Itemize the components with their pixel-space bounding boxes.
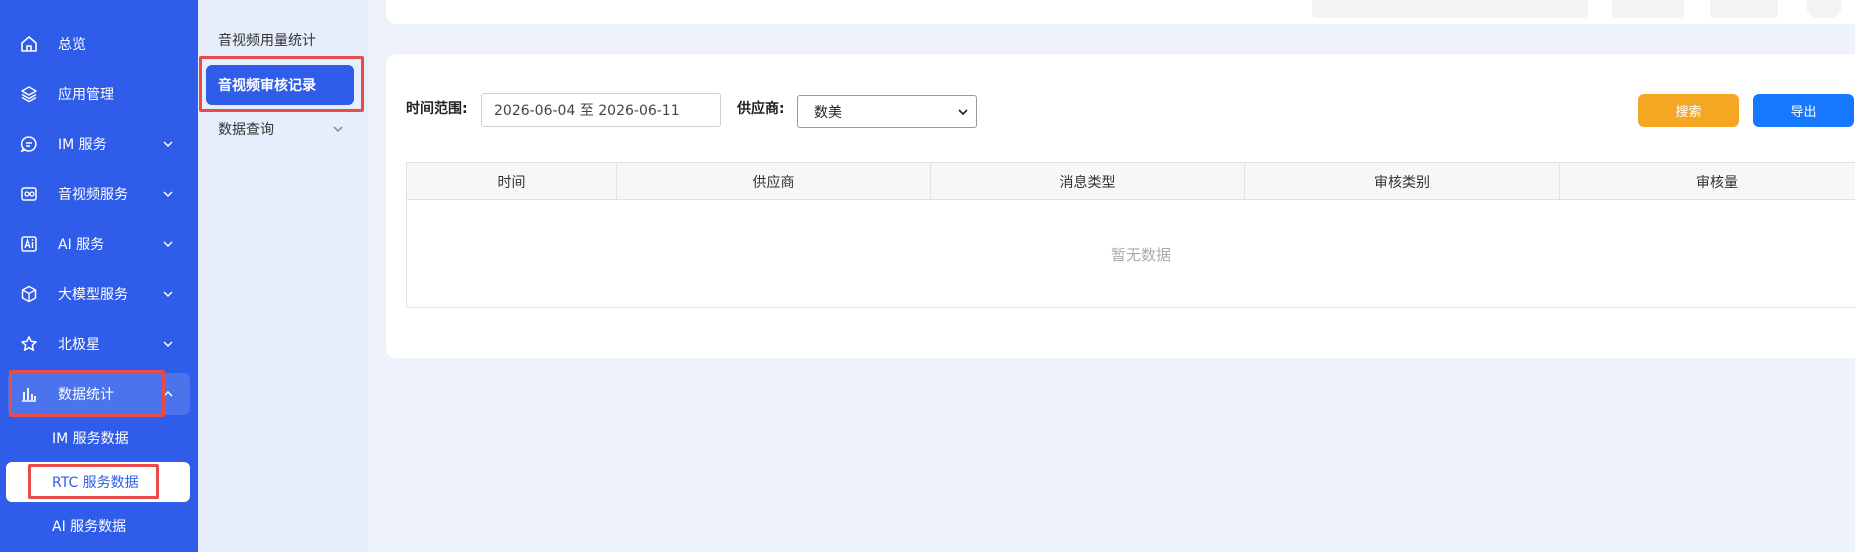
nav-item-app-management[interactable]: 应用管理 bbox=[8, 73, 190, 115]
secondary-nav-usage-stats[interactable]: 音视频用量统计 bbox=[206, 20, 354, 60]
nav-item-label: 大模型服务 bbox=[58, 287, 128, 303]
column-header-vendor: 供应商 bbox=[617, 163, 931, 200]
chevron-down-icon bbox=[163, 141, 173, 148]
nav-item-label: IM 服务 bbox=[58, 137, 107, 153]
nav-item-label: 应用管理 bbox=[58, 87, 114, 103]
vendor-select-value: 数美 bbox=[814, 104, 842, 121]
nav-item-polaris[interactable]: 北极星 bbox=[8, 323, 190, 365]
nav-item-av-service[interactable]: 音视频服务 bbox=[8, 173, 190, 215]
chevron-down-icon bbox=[163, 291, 173, 298]
secondary-nav: 音视频用量统计 音视频审核记录 数据查询 bbox=[198, 0, 368, 552]
main-card: 时间范围: 2026-06-04 至 2026-06-11 供应商: 数美 搜索… bbox=[386, 54, 1855, 358]
sidebar: 总览 应用管理 IM 服务 音视频服务 AI 服务 大模型服务 北极星 数据统计… bbox=[0, 0, 198, 552]
nav-item-label: 总览 bbox=[58, 37, 86, 53]
sub-item-rtc-data[interactable]: RTC 服务数据 bbox=[6, 462, 190, 502]
sub-item-ai-data[interactable]: AI 服务数据 bbox=[6, 506, 190, 546]
sub-item-label: RTC 服务数据 bbox=[52, 475, 139, 491]
bar-chart-icon bbox=[18, 383, 40, 405]
top-bar bbox=[386, 0, 1855, 24]
sub-item-label: AI 服务数据 bbox=[52, 519, 127, 535]
nav-item-overview[interactable]: 总览 bbox=[8, 23, 190, 65]
secondary-nav-audit-records[interactable]: 音视频审核记录 bbox=[206, 65, 354, 105]
time-range-label: 时间范围: bbox=[406, 101, 468, 117]
ai-icon bbox=[18, 233, 40, 255]
nav-item-label: 音视频服务 bbox=[58, 187, 128, 203]
empty-state-text: 暂无数据 bbox=[1110, 245, 1171, 264]
column-header-audit-category: 审核类别 bbox=[1245, 163, 1560, 200]
nav-item-data-statistics[interactable]: 数据统计 bbox=[8, 373, 190, 415]
chevron-up-icon bbox=[163, 390, 173, 397]
column-header-message-type: 消息类型 bbox=[931, 163, 1245, 200]
sub-item-label: IM 服务数据 bbox=[52, 431, 129, 447]
nav-item-label: 数据统计 bbox=[58, 387, 114, 403]
sub-item-im-data[interactable]: IM 服务数据 bbox=[6, 418, 190, 458]
secondary-nav-label: 音视频用量统计 bbox=[218, 33, 316, 49]
column-header-time: 时间 bbox=[407, 163, 617, 200]
chat-icon bbox=[18, 133, 40, 155]
secondary-nav-data-query[interactable]: 数据查询 bbox=[206, 109, 354, 149]
nav-item-llm-service[interactable]: 大模型服务 bbox=[8, 273, 190, 315]
chevron-down-icon bbox=[333, 126, 343, 133]
table-header: 时间 供应商 消息类型 审核类别 审核量 bbox=[407, 163, 1855, 200]
nav-item-ai-service[interactable]: AI 服务 bbox=[8, 223, 190, 265]
audit-records-table: 时间 供应商 消息类型 审核类别 审核量 暂无数据 bbox=[406, 162, 1855, 308]
top-bar-button[interactable] bbox=[1612, 0, 1684, 18]
cube-icon bbox=[18, 283, 40, 305]
home-icon bbox=[18, 33, 40, 55]
nav-item-im-service[interactable]: IM 服务 bbox=[8, 123, 190, 165]
secondary-nav-label: 数据查询 bbox=[218, 122, 274, 138]
vendor-label: 供应商: bbox=[737, 101, 785, 117]
date-range-value: 2026-06-04 至 2026-06-11 bbox=[494, 103, 680, 119]
chevron-down-icon bbox=[163, 341, 173, 348]
export-button[interactable]: 导出 bbox=[1753, 94, 1854, 127]
layers-icon bbox=[18, 83, 40, 105]
top-bar-button[interactable] bbox=[1710, 0, 1778, 18]
video-icon bbox=[18, 183, 40, 205]
chevron-down-icon bbox=[958, 109, 968, 116]
date-range-picker[interactable]: 2026-06-04 至 2026-06-11 bbox=[481, 93, 721, 127]
vendor-select[interactable]: 数美 bbox=[797, 95, 977, 128]
nav-item-label: AI 服务 bbox=[58, 237, 105, 253]
secondary-nav-label: 音视频审核记录 bbox=[218, 78, 316, 94]
chevron-down-icon bbox=[163, 241, 173, 248]
chevron-down-icon bbox=[163, 191, 173, 198]
column-header-audit-count: 审核量 bbox=[1560, 163, 1855, 200]
star-icon bbox=[18, 333, 40, 355]
avatar[interactable] bbox=[1806, 0, 1842, 18]
top-bar-control[interactable] bbox=[1312, 0, 1588, 18]
search-button[interactable]: 搜索 bbox=[1638, 94, 1739, 127]
nav-item-label: 北极星 bbox=[58, 337, 100, 353]
